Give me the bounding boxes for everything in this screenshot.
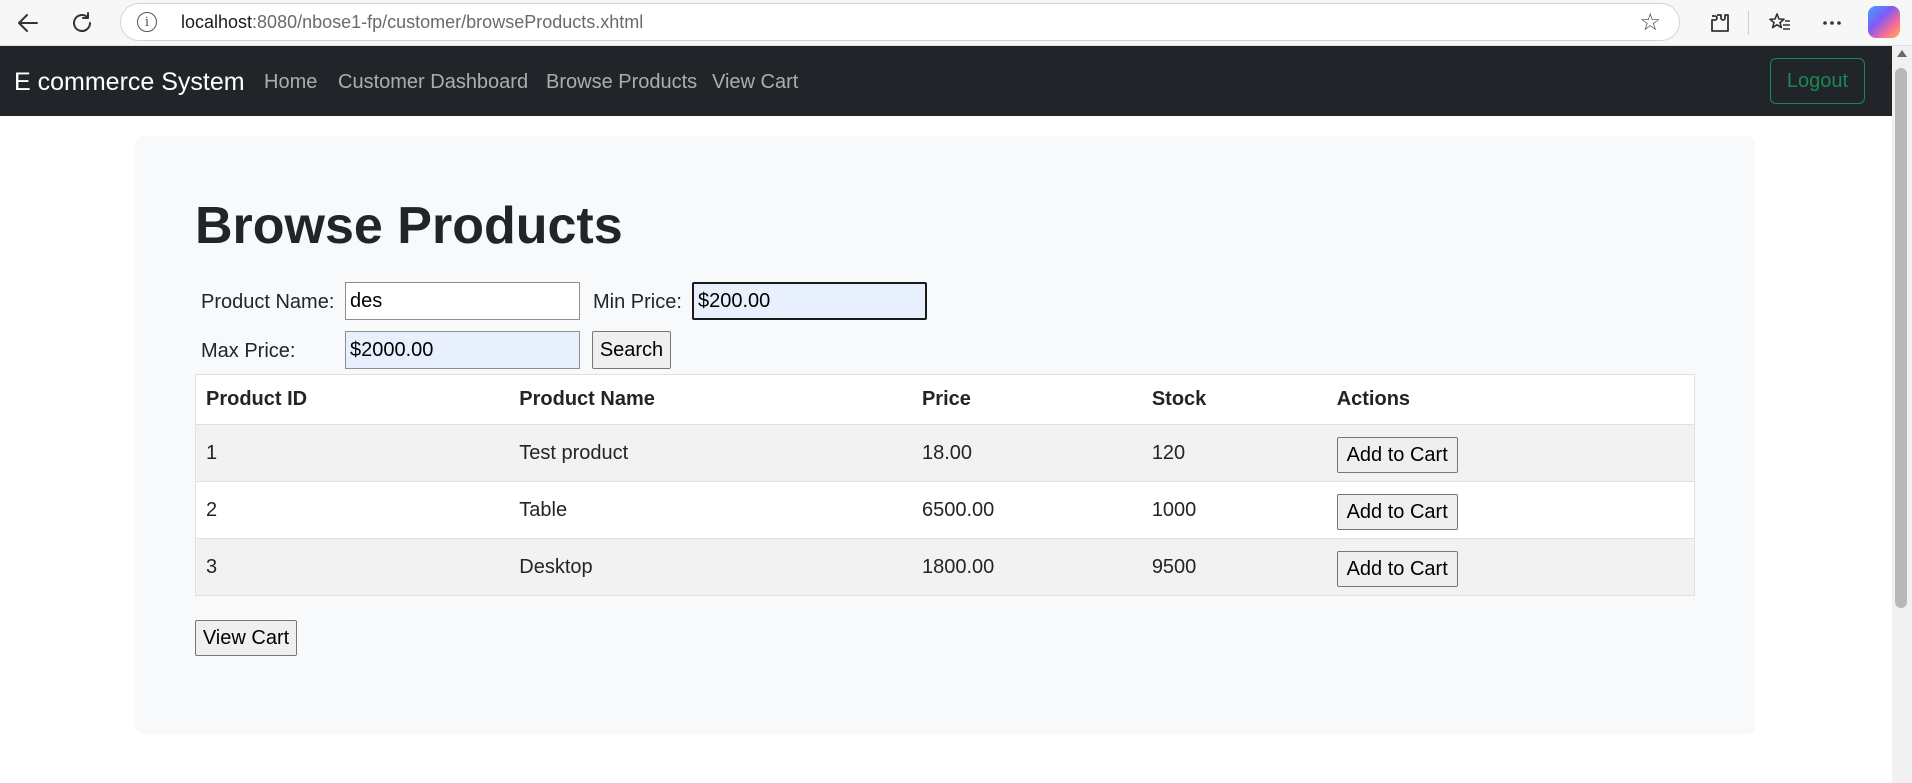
- view-cart-button[interactable]: View Cart: [195, 620, 297, 656]
- column-header-stock: Stock: [1141, 374, 1327, 425]
- browser-toolbar: i localhost:8080/nbose1-fp/customer/brow…: [0, 0, 1912, 46]
- cell-product-id: 2: [195, 481, 510, 539]
- content-card: Browse Products Product Name: Min Price:…: [135, 136, 1755, 734]
- table-row: 3 Desktop 1800.00 9500 Add to Cart: [195, 538, 1695, 596]
- search-button[interactable]: Search: [592, 331, 671, 369]
- more-options-icon[interactable]: [1812, 3, 1852, 43]
- page-scrollbar[interactable]: [1892, 46, 1912, 783]
- table-header-row: Product ID Product Name Price Stock Acti…: [195, 374, 1695, 425]
- cell-actions: Add to Cart: [1326, 481, 1695, 539]
- add-to-cart-button[interactable]: Add to Cart: [1336, 494, 1458, 530]
- brand-link[interactable]: E commerce System: [14, 68, 245, 97]
- toolbar-divider: [1748, 11, 1749, 35]
- scrollbar-thumb[interactable]: [1895, 68, 1907, 608]
- column-header-product-id: Product ID: [195, 374, 510, 425]
- column-header-actions: Actions: [1326, 374, 1695, 425]
- table-row: 2 Table 6500.00 1000 Add to Cart: [195, 481, 1695, 539]
- max-price-label: Max Price:: [201, 340, 296, 362]
- column-header-product-name: Product Name: [509, 374, 912, 425]
- nav-customer-dashboard[interactable]: Customer Dashboard: [338, 71, 528, 94]
- add-to-cart-button[interactable]: Add to Cart: [1336, 551, 1458, 587]
- favorites-list-icon[interactable]: [1760, 3, 1800, 43]
- cell-price: 1800.00: [911, 538, 1142, 596]
- back-arrow-icon[interactable]: [8, 3, 48, 43]
- cell-product-name: Test product: [509, 424, 912, 482]
- cell-stock: 9500: [1141, 538, 1327, 596]
- page-title: Browse Products: [195, 197, 623, 255]
- app-navbar: E commerce System Home Customer Dashboar…: [0, 46, 1892, 116]
- add-to-cart-button[interactable]: Add to Cart: [1336, 437, 1458, 473]
- address-bar[interactable]: i localhost:8080/nbose1-fp/customer/brow…: [120, 3, 1680, 41]
- table-row: 1 Test product 18.00 120 Add to Cart: [195, 424, 1695, 482]
- address-url[interactable]: localhost:8080/nbose1-fp/customer/browse…: [181, 12, 643, 33]
- cell-product-id: 1: [195, 424, 510, 482]
- site-info-icon[interactable]: i: [137, 12, 157, 32]
- reload-icon[interactable]: [62, 3, 102, 43]
- nav-view-cart[interactable]: View Cart: [712, 71, 798, 94]
- nav-browse-products[interactable]: Browse Products: [546, 71, 697, 94]
- max-price-input[interactable]: [345, 331, 580, 369]
- cell-stock: 120: [1141, 424, 1327, 482]
- min-price-input[interactable]: [692, 282, 927, 320]
- min-price-label: Min Price:: [593, 291, 682, 313]
- cell-stock: 1000: [1141, 481, 1327, 539]
- logout-button[interactable]: Logout: [1770, 58, 1865, 104]
- cell-price: 18.00: [911, 424, 1142, 482]
- cell-product-id: 3: [195, 538, 510, 596]
- nav-home[interactable]: Home: [264, 71, 317, 94]
- favorite-star-icon[interactable]: ☆: [1639, 8, 1661, 36]
- extensions-icon[interactable]: [1700, 3, 1740, 43]
- cell-actions: Add to Cart: [1326, 538, 1695, 596]
- cell-price: 6500.00: [911, 481, 1142, 539]
- product-name-label: Product Name:: [201, 291, 335, 313]
- column-header-price: Price: [911, 374, 1142, 425]
- scroll-up-arrow-icon[interactable]: [1897, 50, 1907, 57]
- cell-product-name: Table: [509, 481, 912, 539]
- cell-actions: Add to Cart: [1326, 424, 1695, 482]
- copilot-icon[interactable]: [1868, 6, 1900, 38]
- cell-product-name: Desktop: [509, 538, 912, 596]
- product-name-input[interactable]: [345, 282, 580, 320]
- products-table: Product ID Product Name Price Stock Acti…: [195, 374, 1695, 596]
